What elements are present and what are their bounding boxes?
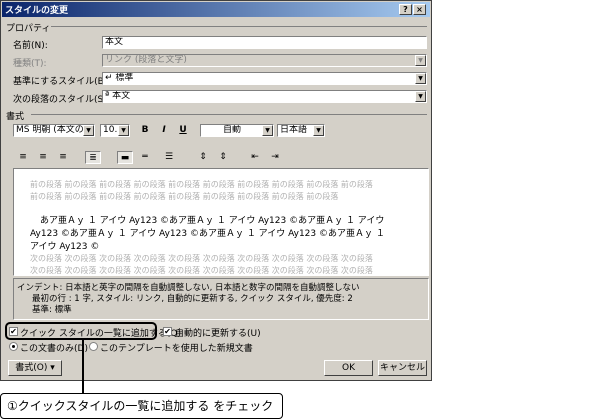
close-button[interactable]: ×	[413, 4, 426, 15]
preview-sample-text: あア亜Ａｙ １ アイウ Ay123 ©あア亜Ａｙ １ アイウ Ay123 ©あア…	[40, 216, 385, 226]
next-style-value: ª 本文	[105, 91, 131, 101]
this-document-radio[interactable]	[9, 342, 18, 351]
language-value: 日本語	[280, 125, 308, 135]
callout-annotation: ①クイックスタイルの一覧に追加する をチェック	[0, 393, 283, 419]
preview-prev-paragraph: 前の段落 前の段落 前の段落 前の段落 前の段落 前の段落 前の段落 前の段落 …	[30, 192, 339, 201]
preview-sample-text: Ay123 ©あア亜Ａｙ １ アイウ Ay123 ©あア亜Ａｙ １ アイウ Ay…	[30, 229, 385, 239]
line-spacing-single-icon[interactable]: ▬	[117, 151, 133, 164]
type-value: リンク (段落と文字)	[105, 55, 187, 65]
base-style-label: 基準にするスタイル(B):	[13, 77, 111, 87]
template-label[interactable]: このテンプレートを使用した新規文書	[100, 341, 253, 354]
bold-button[interactable]: B	[137, 123, 153, 137]
properties-heading: プロパティ	[6, 24, 51, 34]
type-select: リンク (段落と文字) ▼	[102, 54, 427, 67]
next-style-select[interactable]: ª 本文 ▼	[102, 90, 427, 103]
auto-update-checkbox[interactable]: ✔	[163, 327, 172, 336]
this-document-label[interactable]: この文書のみ(D)	[20, 341, 88, 354]
align-left-icon[interactable]: ≡	[15, 151, 31, 164]
ok-button[interactable]: OK	[324, 360, 373, 376]
name-input[interactable]: 本文	[102, 36, 427, 49]
preview-sample-text: アイウ Ay123 ©	[30, 242, 100, 252]
chevron-down-icon[interactable]: ▼	[415, 91, 426, 102]
properties-divider	[51, 26, 427, 27]
size-select[interactable]: 10.5 ▼	[100, 124, 130, 137]
font-select[interactable]: MS 明朝 (本文の) ▼	[13, 124, 95, 137]
help-button[interactable]: ?	[399, 4, 412, 15]
format-heading: 書式	[6, 112, 25, 122]
description-line: 基準: 標準	[32, 305, 72, 315]
align-center-icon[interactable]: ≡	[35, 151, 51, 164]
underline-button[interactable]: U	[175, 123, 191, 137]
name-label: 名前(N):	[13, 41, 48, 51]
align-right-icon[interactable]: ≡	[55, 151, 71, 164]
italic-button[interactable]: I	[156, 123, 172, 137]
font-value: MS 明朝 (本文の)	[16, 125, 88, 135]
space-after-icon[interactable]: ⇕	[215, 151, 231, 164]
chevron-down-icon[interactable]: ▼	[313, 125, 324, 136]
format-menu-button[interactable]: 書式(O) ▾	[8, 360, 62, 376]
chevron-down-icon[interactable]: ▼	[118, 125, 129, 136]
color-value: 自動	[223, 125, 242, 135]
cancel-button[interactable]: キャンセル	[378, 360, 427, 376]
color-select[interactable]: 自動 ▼	[200, 124, 274, 137]
type-label: 種類(T):	[13, 59, 47, 69]
base-style-value: ↵ 標準	[105, 73, 134, 83]
align-justify-icon[interactable]: ≣	[85, 151, 101, 164]
line-spacing-1-5-icon[interactable]: ═	[137, 151, 153, 164]
language-select[interactable]: 日本語 ▼	[277, 124, 325, 137]
title-bar[interactable]: スタイルの変更 ? ×	[2, 2, 430, 17]
base-style-select[interactable]: ↵ 標準 ▼	[102, 72, 427, 85]
decrease-indent-icon[interactable]: ⇤	[247, 151, 263, 164]
dialog-title: スタイルの変更	[5, 6, 69, 16]
template-radio[interactable]	[89, 342, 98, 351]
preview-next-paragraph: 次の段落 次の段落 次の段落 次の段落 次の段落 次の段落 次の段落 次の段落 …	[30, 254, 373, 263]
format-divider	[31, 114, 427, 115]
next-style-label: 次の段落のスタイル(S):	[13, 95, 110, 105]
auto-update-label[interactable]: 自動的に更新する(U)	[175, 326, 261, 339]
line-spacing-double-icon[interactable]: ☰	[161, 151, 177, 164]
name-value: 本文	[105, 37, 124, 47]
chevron-down-icon[interactable]: ▼	[262, 125, 273, 136]
style-preview: 前の段落 前の段落 前の段落 前の段落 前の段落 前の段落 前の段落 前の段落 …	[13, 168, 429, 276]
increase-indent-icon[interactable]: ⇥	[267, 151, 283, 164]
chevron-down-icon[interactable]: ▼	[415, 73, 426, 84]
callout-connector	[82, 340, 84, 393]
space-before-icon[interactable]: ⇕	[195, 151, 211, 164]
preview-prev-paragraph: 前の段落 前の段落 前の段落 前の段落 前の段落 前の段落 前の段落 前の段落 …	[30, 180, 373, 189]
style-description: インデント: 日本語と英字の間隔を自動調整しない, 日本語と数字の間隔を自動調整…	[13, 278, 429, 320]
preview-next-paragraph: 次の段落 次の段落 次の段落 次の段落 次の段落 次の段落 次の段落 次の段落 …	[30, 266, 373, 275]
highlight-box	[5, 322, 157, 340]
description-line: 最初の行 : 1 字, スタイル: リンク, 自動的に更新する, クイック スタ…	[32, 294, 353, 304]
chevron-down-icon[interactable]: ▼	[83, 125, 94, 136]
chevron-down-icon: ▼	[415, 55, 426, 66]
